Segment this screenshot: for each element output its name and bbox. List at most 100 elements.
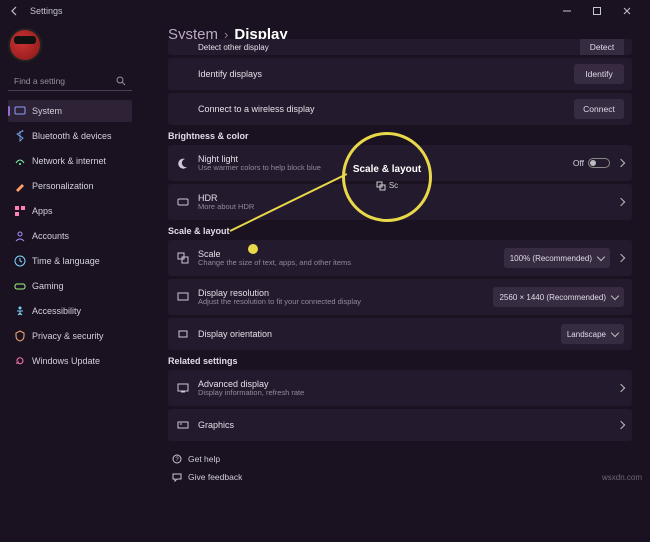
orientation-select[interactable]: Landscape [561, 324, 624, 344]
sidebar-item-label: Gaming [32, 281, 64, 291]
sidebar-item-system[interactable]: System [8, 100, 132, 122]
accessibility-icon [14, 305, 26, 317]
search-placeholder: Find a setting [14, 76, 65, 86]
row-title: Detect other display [198, 43, 269, 52]
sidebar-item-label: Personalization [32, 181, 94, 191]
chevron-down-icon [611, 329, 619, 337]
sidebar-item-label: Accounts [32, 231, 69, 241]
give-feedback-link[interactable]: Give feedback [168, 468, 632, 486]
help-icon: ? [172, 454, 182, 464]
maximize-button[interactable] [582, 2, 612, 20]
sidebar-item-label: Time & language [32, 256, 100, 266]
row-advanced-display[interactable]: Advanced display Display information, re… [168, 370, 632, 406]
sidebar-item-gaming[interactable]: Gaming [8, 275, 132, 297]
row-subtitle: Change the size of text, apps, and other… [198, 259, 351, 267]
sidebar: Find a setting System Bluetooth & device… [0, 22, 140, 542]
chevron-down-icon [611, 292, 619, 300]
section-scale-layout: Scale & layout [168, 226, 632, 236]
toggle-state: Off [573, 158, 584, 168]
sidebar-item-bluetooth[interactable]: Bluetooth & devices [8, 125, 132, 147]
sidebar-item-network[interactable]: Network & internet [8, 150, 132, 172]
row-resolution[interactable]: Display resolution Adjust the resolution… [168, 279, 632, 315]
row-orientation[interactable]: Display orientation Landscape [168, 318, 632, 350]
chevron-right-icon [617, 421, 625, 429]
connect-button[interactable]: Connect [574, 99, 624, 119]
row-detect-display[interactable]: Detect other display Detect [168, 39, 632, 55]
search-icon [116, 76, 126, 86]
chevron-right-icon [617, 254, 625, 262]
row-title: Display orientation [198, 329, 272, 339]
sidebar-item-label: Network & internet [32, 156, 106, 166]
scale-select[interactable]: 100% (Recommended) [504, 248, 610, 268]
row-scale[interactable]: Scale Change the size of text, apps, and… [168, 240, 632, 276]
row-graphics[interactable]: Graphics [168, 409, 632, 441]
title-bar: Settings [0, 0, 650, 22]
sidebar-item-label: Accessibility [32, 306, 81, 316]
graphics-icon [176, 418, 190, 432]
sidebar-item-accessibility[interactable]: Accessibility [8, 300, 132, 322]
select-value: 2560 × 1440 (Recommended) [499, 293, 606, 302]
sidebar-item-label: Bluetooth & devices [32, 131, 112, 141]
resolution-select[interactable]: 2560 × 1440 (Recommended) [493, 287, 624, 307]
night-light-icon [176, 156, 190, 170]
get-help-link[interactable]: ? Get help [168, 450, 632, 468]
select-value: 100% (Recommended) [510, 254, 592, 263]
identify-button[interactable]: Identify [574, 64, 624, 84]
update-icon [14, 355, 26, 367]
footer-label: Give feedback [188, 472, 242, 482]
row-title: Identify displays [198, 69, 262, 79]
orientation-icon [176, 327, 190, 341]
scale-icon [176, 251, 190, 265]
row-subtitle: Use warmer colors to help block blue [198, 164, 321, 172]
sidebar-item-label: Privacy & security [32, 331, 104, 341]
main-panel: System › Display Detect other display De… [140, 22, 650, 542]
section-brightness-color: Brightness & color [168, 131, 632, 141]
personalization-icon [14, 180, 26, 192]
row-title: Graphics [198, 420, 234, 430]
advanced-display-icon [176, 381, 190, 395]
chevron-right-icon [617, 159, 625, 167]
identify-icon [176, 67, 190, 81]
select-value: Landscape [567, 330, 606, 339]
window-controls [552, 2, 642, 20]
minimize-button[interactable] [552, 2, 582, 20]
detect-icon [176, 40, 190, 54]
sidebar-item-label: Apps [32, 206, 53, 216]
section-related-settings: Related settings [168, 356, 632, 366]
night-light-toggle[interactable] [588, 158, 610, 168]
row-hdr[interactable]: HDR More about HDR [168, 184, 632, 220]
chevron-down-icon [597, 253, 605, 261]
sidebar-item-update[interactable]: Windows Update [8, 350, 132, 372]
shield-icon [14, 330, 26, 342]
network-icon [14, 155, 26, 167]
clock-icon [14, 255, 26, 267]
window-title: Settings [30, 6, 63, 16]
row-subtitle: More about HDR [198, 203, 254, 211]
apps-icon [14, 205, 26, 217]
sidebar-item-privacy[interactable]: Privacy & security [8, 325, 132, 347]
sidebar-item-time[interactable]: Time & language [8, 250, 132, 272]
search-input[interactable]: Find a setting [8, 71, 132, 91]
footer-label: Get help [188, 454, 220, 464]
sidebar-item-accounts[interactable]: Accounts [8, 225, 132, 247]
resolution-icon [176, 290, 190, 304]
row-connect-wireless[interactable]: Connect to a wireless display Connect [168, 93, 632, 125]
row-night-light[interactable]: Night light Use warmer colors to help bl… [168, 145, 632, 181]
row-identify-displays[interactable]: Identify displays Identify [168, 58, 632, 90]
watermark: wsxdn.com [602, 473, 642, 482]
bluetooth-icon [14, 130, 26, 142]
system-icon [14, 105, 26, 117]
sidebar-item-personalization[interactable]: Personalization [8, 175, 132, 197]
user-avatar[interactable] [8, 28, 42, 62]
chevron-right-icon [617, 384, 625, 392]
gaming-icon [14, 280, 26, 292]
sidebar-item-label: Windows Update [32, 356, 100, 366]
back-button[interactable] [8, 4, 22, 18]
row-subtitle: Adjust the resolution to fit your connec… [198, 298, 361, 306]
detect-button[interactable]: Detect [580, 39, 624, 55]
sidebar-item-label: System [32, 106, 62, 116]
sidebar-item-apps[interactable]: Apps [8, 200, 132, 222]
close-button[interactable] [612, 2, 642, 20]
row-title: Connect to a wireless display [198, 104, 315, 114]
connect-icon [176, 102, 190, 116]
